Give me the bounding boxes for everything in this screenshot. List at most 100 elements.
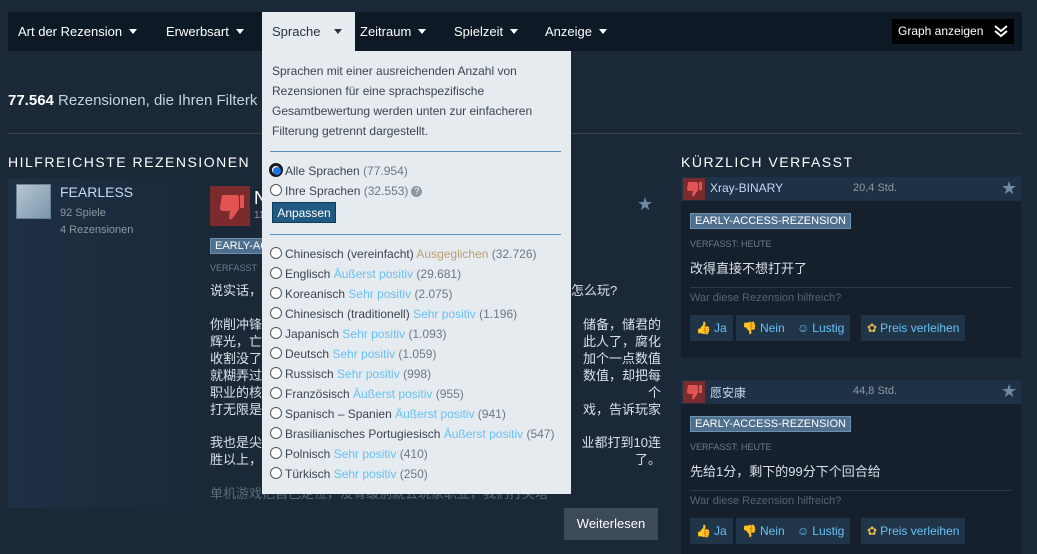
vote-no-button[interactable]: 👎 Nein <box>736 315 791 341</box>
option-label: Koreanisch <box>285 287 346 301</box>
radio[interactable] <box>270 247 282 259</box>
caret-down-icon <box>334 29 343 34</box>
reviewer-name[interactable]: Xray-BINARY <box>710 181 783 195</box>
filter-date-range[interactable]: Zeitraum <box>360 12 427 51</box>
radio-selected[interactable] <box>269 163 283 177</box>
vote-funny-button[interactable]: ☺ Lustig <box>791 315 851 341</box>
option-label: Englisch <box>285 267 331 281</box>
star-icon[interactable]: ★ <box>1001 381 1017 402</box>
help-icon[interactable]: ? <box>411 186 423 197</box>
review-card-header: Xray-BINARY 20,4 Std. ★ <box>681 177 1021 201</box>
star-icon[interactable]: ★ <box>637 194 653 215</box>
option-label: Ihre Sprachen <box>285 184 361 198</box>
language-option[interactable]: Englisch Äußerst positiv (29.681) <box>270 264 461 284</box>
language-option[interactable]: Japanisch Sehr positiv (1.093) <box>270 324 446 344</box>
helpful-question: War diese Rezension hilfreich? <box>690 292 842 304</box>
language-option-all[interactable]: Alle Sprachen (77.954) <box>269 161 408 181</box>
language-option[interactable]: Brasilianisches Portugiesisch Äußerst po… <box>270 424 554 444</box>
language-option-yours[interactable]: Ihre Sprachen (32.553)? <box>270 181 423 201</box>
language-option[interactable]: Französisch Äußerst positiv (955) <box>270 384 464 404</box>
double-chevron-down-icon <box>994 25 1008 38</box>
radio[interactable] <box>270 307 282 319</box>
vote-funny-label: Lustig <box>812 321 845 335</box>
award-label: Preis verleihen <box>880 524 960 538</box>
review-paragraph: 业都打到10连 了。 <box>571 434 661 468</box>
filter-display[interactable]: Anzeige <box>545 12 607 51</box>
language-option[interactable]: Chinesisch (vereinfacht) Ausgeglichen (3… <box>270 244 537 264</box>
language-option[interactable]: Polnisch Sehr positiv (410) <box>270 444 428 464</box>
review-count-summary: 77.564 Rezensionen, die Ihren Filterk <box>8 92 257 109</box>
review-text-line: 了。 <box>634 452 661 467</box>
radio[interactable] <box>270 287 282 299</box>
language-option[interactable]: Spanisch – Spanien Äußerst positiv (941) <box>270 404 506 424</box>
vote-no-button[interactable]: 👎 Nein <box>736 518 791 544</box>
language-option[interactable]: Türkisch Sehr positiv (250) <box>270 464 428 484</box>
reviewer-name[interactable]: 愿安康 <box>710 384 746 401</box>
radio[interactable] <box>270 447 282 459</box>
radio[interactable] <box>270 267 282 279</box>
author-reviews-count[interactable]: 4 Rezensionen <box>60 224 133 236</box>
vote-yes-label: Ja <box>713 321 727 335</box>
radio[interactable] <box>270 327 282 339</box>
review-card-body: EARLY-ACCESS-REZENSION VERFASST: HEUTE 先… <box>681 404 1021 554</box>
review-text-line: 说实话， <box>210 283 263 298</box>
author-name[interactable]: FEARLESS <box>60 184 133 200</box>
vote-no-label: Nein <box>759 524 785 538</box>
language-option[interactable]: Deutsch Sehr positiv (1.059) <box>270 344 436 364</box>
helpful-question: War diese Rezension hilfreich? <box>690 495 842 507</box>
radio[interactable] <box>270 184 282 196</box>
review-text-line: 收割没了 <box>210 351 263 366</box>
thumbs-down-icon <box>210 186 250 226</box>
language-option[interactable]: Chinesisch (traditionell) Sehr positiv (… <box>270 304 517 324</box>
vote-funny-label: Lustig <box>812 524 845 538</box>
award-icon: ✿ <box>867 321 878 335</box>
radio[interactable] <box>270 367 282 379</box>
avatar[interactable] <box>16 184 51 219</box>
option-label: Alle Sprachen <box>285 164 360 178</box>
radio[interactable] <box>270 467 282 479</box>
radio[interactable] <box>270 387 282 399</box>
posted-date: VERFASST <box>210 263 258 273</box>
posted-date: VERFASST: HEUTE <box>690 239 772 249</box>
radio[interactable] <box>270 347 282 359</box>
review-text-line: 数值，却把每个 <box>582 368 661 400</box>
language-option[interactable]: Koreanisch Sehr positiv (2.075) <box>270 284 452 304</box>
show-graph-label: Graph anzeigen <box>898 24 984 38</box>
option-label: Polnisch <box>285 447 331 461</box>
option-score: Sehr positiv <box>332 347 396 361</box>
radio[interactable] <box>270 407 282 419</box>
radio[interactable] <box>270 427 282 439</box>
option-count: (410) <box>399 447 428 461</box>
read-more-button[interactable]: Weiterlesen <box>564 508 658 540</box>
vote-funny-button[interactable]: ☺ Lustig <box>791 518 851 544</box>
option-count: (1.196) <box>479 307 518 321</box>
award-button[interactable]: ✿ Preis verleihen <box>861 518 966 544</box>
show-graph-button[interactable]: Graph anzeigen <box>892 19 1014 44</box>
vote-yes-button[interactable]: 👍 Ja <box>690 518 733 544</box>
author-games-count[interactable]: 92 Spiele <box>60 207 106 219</box>
option-score: Äußerst positiv <box>333 267 414 281</box>
filter-label: Zeitraum <box>360 24 412 39</box>
review-hours: 44,8 Std. <box>853 385 898 397</box>
filter-label: Erwerbsart <box>166 24 229 39</box>
star-icon[interactable]: ★ <box>1001 178 1017 199</box>
option-count: (998) <box>403 367 432 381</box>
thumbs-up-icon: 👍 <box>696 321 711 335</box>
filter-language[interactable]: Sprache <box>262 12 355 51</box>
review-text-line: 此人了，腐化 <box>582 334 661 349</box>
award-button[interactable]: ✿ Preis verleihen <box>861 315 966 341</box>
option-count: (1.093) <box>408 327 447 341</box>
filter-playtime[interactable]: Spielzeit <box>454 12 519 51</box>
vote-no-label: Nein <box>759 321 785 335</box>
smiley-icon: ☺ <box>797 524 810 538</box>
apply-button[interactable]: Anpassen <box>272 202 336 223</box>
review-text-line: 我也是尖 <box>210 435 263 450</box>
vote-yes-button[interactable]: 👍 Ja <box>690 315 733 341</box>
language-option[interactable]: Russisch Sehr positiv (998) <box>270 364 431 384</box>
option-label: Brasilianisches Portugiesisch <box>285 427 441 441</box>
review-text-line: 打无限是 <box>210 402 263 417</box>
review-text-line: 加个一点数值 <box>582 351 661 366</box>
filter-purchase-type[interactable]: Erwerbsart <box>166 12 244 51</box>
language-dropdown: Sprachen mit einer ausreichenden Anzahl … <box>262 51 571 494</box>
filter-review-type[interactable]: Art der Rezension <box>18 12 138 51</box>
